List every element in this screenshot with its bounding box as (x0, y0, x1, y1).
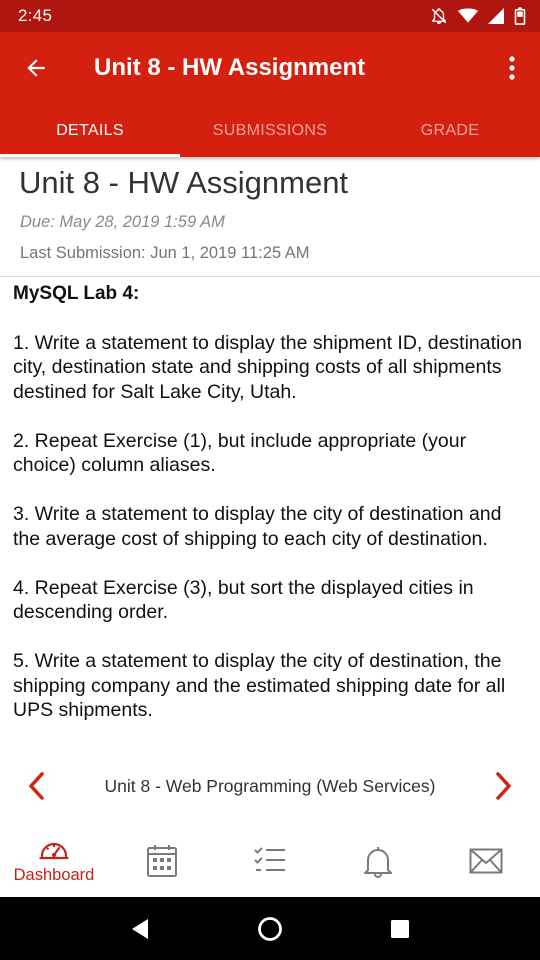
triangle-back-icon (132, 918, 148, 939)
assignment-title: Unit 8 - HW Assignment (19, 165, 349, 200)
nav-todo[interactable] (216, 826, 324, 874)
tab-bar: DETAILS SUBMISSIONS GRADE (0, 104, 540, 157)
battery-icon (514, 7, 526, 25)
status-icons (430, 7, 526, 25)
chevron-right-icon (496, 772, 511, 800)
system-recents-button[interactable] (370, 904, 430, 954)
signal-icon (488, 8, 504, 24)
system-navigation-bar (0, 897, 540, 960)
arrow-back-icon (27, 59, 45, 77)
app-bar: Unit 8 - HW Assignment (0, 32, 540, 104)
notifications-off-icon (430, 7, 448, 25)
nav-notifications[interactable] (324, 826, 432, 878)
back-button[interactable] (0, 32, 72, 104)
todo-list-icon (254, 847, 285, 871)
exercise-item: 4. Repeat Exercise (3), but sort the dis… (13, 576, 474, 624)
nav-dashboard[interactable]: Dashboard (0, 826, 108, 885)
overflow-menu-button[interactable] (484, 32, 540, 104)
chevron-left-icon (29, 772, 44, 800)
nav-inbox[interactable] (432, 826, 540, 874)
lab-heading: MySQL Lab 4: (13, 283, 140, 304)
assignment-description: MySQL Lab 4: 1. Write a statement to dis… (13, 282, 533, 723)
exercise-item: 5. Write a statement to display the city… (13, 650, 506, 721)
circle-home-icon (258, 916, 282, 941)
app-bar-title: Unit 8 - HW Assignment (94, 54, 366, 81)
bell-icon (364, 847, 392, 878)
exercise-item: 1. Write a statement to display the ship… (13, 331, 523, 403)
exercise-item: 2. Repeat Exercise (1), but include appr… (13, 429, 467, 477)
square-recents-icon (391, 919, 409, 938)
next-button[interactable] (468, 760, 540, 812)
mail-icon (469, 848, 503, 874)
course-navigation: Unit 8 - Web Programming (Web Services) (0, 760, 540, 812)
course-name: Unit 8 - Web Programming (Web Services) (104, 775, 436, 796)
wifi-icon (458, 8, 478, 24)
tab-grade[interactable]: GRADE (360, 104, 540, 157)
status-time: 2:45 (18, 6, 53, 25)
more-vert-icon (509, 56, 515, 80)
status-bar: 2:45 (0, 0, 540, 32)
system-back-button[interactable] (110, 904, 170, 954)
assignment-header: Unit 8 - HW Assignment Due: May 28, 2019… (0, 157, 540, 277)
nav-dashboard-label: Dashboard (13, 866, 95, 884)
system-home-button[interactable] (240, 904, 300, 954)
previous-button[interactable] (0, 760, 72, 812)
tab-details[interactable]: DETAILS (0, 104, 180, 157)
bottom-navigation: Dashboard (0, 826, 540, 896)
last-submission: Last Submission: Jun 1, 2019 11:25 AM (20, 244, 310, 262)
nav-calendar[interactable] (108, 826, 216, 878)
dashboard-icon (39, 842, 69, 860)
exercise-item: 3. Write a statement to display the city… (13, 503, 502, 550)
tab-submissions[interactable]: SUBMISSIONS (180, 104, 360, 157)
due-date: Due: May 28, 2019 1:59 AM (20, 213, 225, 231)
calendar-icon (147, 845, 177, 877)
